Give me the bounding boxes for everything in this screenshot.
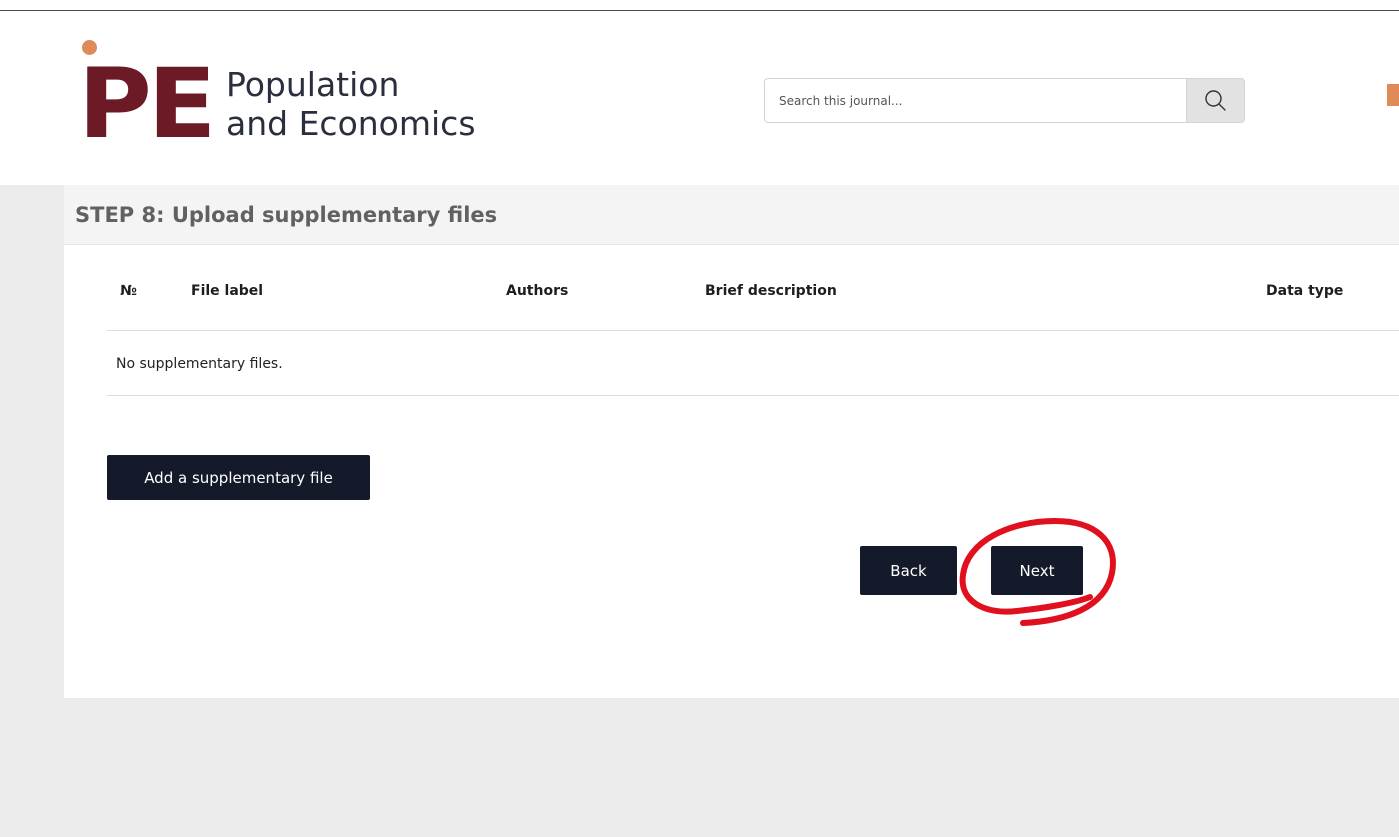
logo-line-2: and Economics xyxy=(226,104,476,143)
journal-logo[interactable]: PE Population and Economics xyxy=(78,38,548,158)
search-input[interactable] xyxy=(764,78,1186,123)
step-header: STEP 8: Upload supplementary files xyxy=(64,185,1399,245)
step-panel: STEP 8: Upload supplementary files № Fil… xyxy=(64,185,1399,698)
search-button[interactable] xyxy=(1186,78,1245,123)
table-header-divider xyxy=(107,330,1399,331)
table-bottom-divider xyxy=(107,395,1399,396)
add-supplementary-file-button[interactable]: Add a supplementary file xyxy=(107,455,370,500)
search-icon xyxy=(1204,89,1226,111)
column-header-number: № xyxy=(120,283,137,299)
next-button[interactable]: Next xyxy=(991,546,1083,595)
header-menu-button[interactable] xyxy=(1387,84,1399,106)
logo-text: Population and Economics xyxy=(226,65,476,143)
top-divider xyxy=(0,10,1399,11)
column-header-data-type: Data type xyxy=(1266,283,1344,299)
column-header-authors: Authors xyxy=(506,283,569,299)
column-header-file-label: File label xyxy=(191,283,264,299)
column-header-brief-description: Brief description xyxy=(705,283,837,299)
logo-line-1: Population xyxy=(226,65,400,104)
step-title: STEP 8: Upload supplementary files xyxy=(75,203,498,227)
search-bar xyxy=(764,78,1245,123)
back-button[interactable]: Back xyxy=(860,546,957,595)
empty-table-message: No supplementary files. xyxy=(116,356,283,372)
logo-mark: PE xyxy=(78,48,217,160)
